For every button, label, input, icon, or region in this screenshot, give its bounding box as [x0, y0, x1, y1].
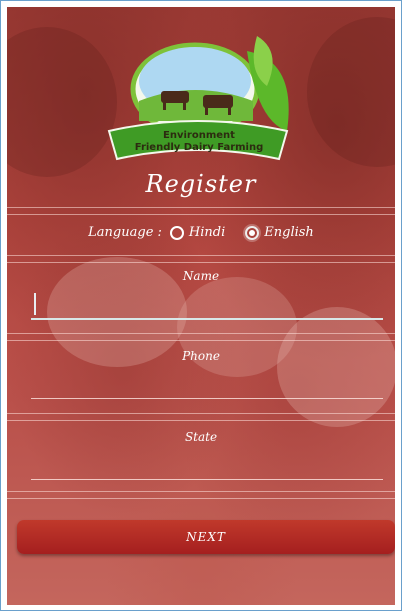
divider [7, 207, 395, 208]
divider [7, 333, 395, 334]
language-selector: Language : Hindi English [7, 225, 395, 240]
state-label: State [184, 430, 218, 444]
divider [7, 491, 395, 492]
next-button[interactable]: NEXT [17, 520, 395, 554]
background-cow-shape [277, 307, 395, 427]
divider [7, 340, 395, 341]
language-label: Language : [88, 225, 162, 240]
farming-logo: Environment Friendly Dairy Farming [107, 36, 289, 161]
divider [7, 214, 395, 215]
background-tree-shape [307, 17, 395, 167]
phone-field[interactable] [31, 369, 383, 399]
phone-label: Phone [182, 349, 220, 363]
divider [7, 498, 395, 499]
divider [7, 420, 395, 421]
divider [7, 262, 395, 263]
name-field[interactable] [31, 290, 383, 320]
divider [7, 255, 395, 256]
text-cursor [34, 293, 36, 315]
logo-line-2: Friendly Dairy Farming [135, 142, 264, 153]
app-frame: Environment Friendly Dairy Farming Regis… [0, 0, 402, 611]
divider [7, 413, 395, 414]
option-english-label[interactable]: English [264, 225, 314, 240]
name-label: Name [182, 269, 220, 283]
radio-hindi[interactable] [169, 225, 184, 240]
state-field[interactable] [31, 450, 383, 480]
option-hindi-label[interactable]: Hindi [189, 225, 225, 240]
page-title: Register [145, 170, 257, 198]
register-screen: Environment Friendly Dairy Farming Regis… [7, 7, 395, 605]
radio-english[interactable] [245, 225, 260, 240]
logo-line-1: Environment [163, 130, 235, 141]
